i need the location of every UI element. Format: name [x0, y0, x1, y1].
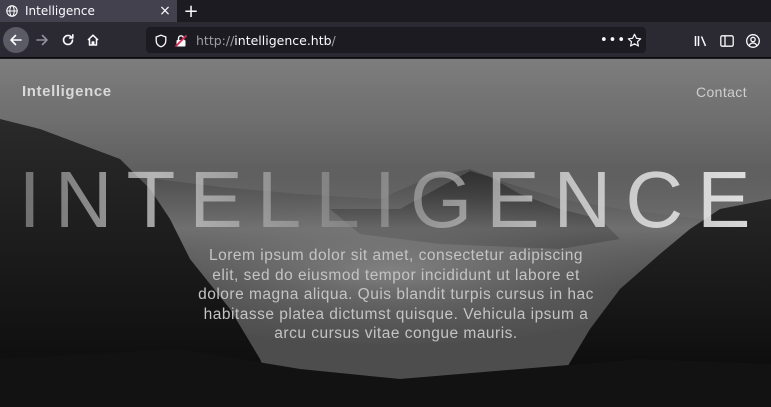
reload-button[interactable] [55, 27, 81, 53]
forward-button[interactable] [29, 27, 55, 53]
tracking-protection-shield-icon[interactable] [154, 33, 168, 48]
tab-title: Intelligence [25, 4, 95, 18]
sidebar-icon [720, 35, 734, 47]
web-page: Intelligence Contact INTELLIGENCE Lorem … [0, 59, 771, 407]
globe-icon [6, 5, 18, 17]
tab-intelligence[interactable]: Intelligence × [0, 0, 177, 22]
close-tab-icon[interactable]: × [157, 3, 173, 19]
contact-link[interactable]: Contact [696, 84, 747, 100]
back-arrow-icon [10, 34, 22, 46]
page-actions-button[interactable]: ••• [600, 33, 625, 48]
site-brand-link[interactable]: Intelligence [22, 83, 112, 100]
bookmark-star-icon[interactable] [622, 32, 646, 48]
insecure-lock-icon[interactable] [174, 33, 188, 48]
url-host: intelligence.htb [234, 32, 332, 48]
address-bar[interactable]: http://intelligence.htb/ ••• [146, 27, 646, 53]
forward-arrow-icon [36, 34, 48, 46]
sidebar-button[interactable] [719, 33, 735, 49]
navigation-toolbar: http://intelligence.htb/ ••• [0, 22, 771, 58]
back-button[interactable] [3, 27, 29, 53]
home-button[interactable] [80, 27, 106, 53]
url-text[interactable]: http://intelligence.htb/ [196, 33, 600, 48]
reload-icon [62, 34, 74, 46]
hero-description: Lorem ipsum dolor sit amet, consectetur … [198, 247, 594, 342]
library-icon [694, 36, 707, 47]
home-icon [87, 34, 99, 46]
url-scheme: http:// [196, 32, 235, 48]
account-button[interactable] [745, 33, 761, 49]
account-icon [746, 34, 760, 48]
library-button[interactable] [693, 33, 709, 49]
new-tab-button[interactable]: + [181, 0, 201, 22]
url-path: / [331, 32, 336, 48]
tab-strip: Intelligence × + [0, 0, 771, 22]
hero-title: INTELLIGENCE [0, 155, 771, 245]
